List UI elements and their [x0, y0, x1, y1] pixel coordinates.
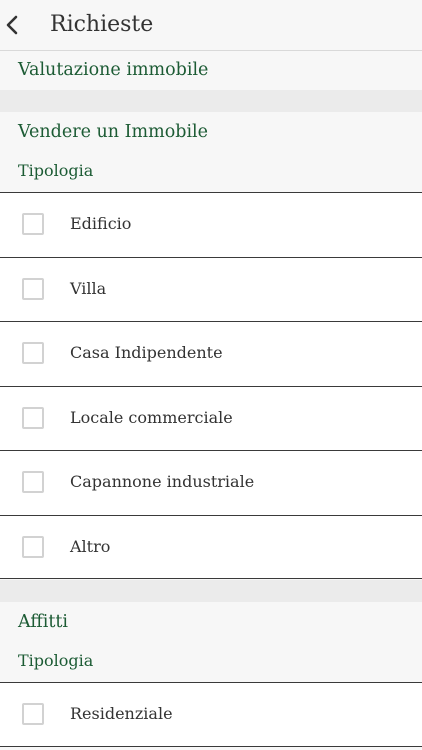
option-villa[interactable]: Villa — [0, 256, 422, 321]
section-divider — [0, 580, 422, 602]
affitti-tipologia-list: Residenziale — [0, 682, 422, 747]
checkbox[interactable] — [22, 342, 44, 364]
section-divider — [0, 90, 422, 112]
checkbox[interactable] — [22, 535, 44, 558]
vendere-immobile-heading: Vendere un Immobile — [18, 122, 208, 142]
vendere-tipologia-list: Edificio Villa Casa Indipendente Locale … — [0, 192, 422, 579]
checkbox[interactable] — [22, 406, 44, 429]
checkbox[interactable] — [22, 277, 44, 300]
option-casa-indipendente[interactable]: Casa Indipendente — [0, 321, 422, 386]
checkbox[interactable] — [22, 213, 44, 235]
vendere-tipologia-label: Tipologia — [18, 161, 94, 180]
option-label: Altro — [70, 536, 111, 556]
checkbox[interactable] — [22, 703, 44, 725]
checkbox[interactable] — [22, 471, 44, 493]
option-label: Casa Indipendente — [70, 343, 223, 362]
back-button[interactable] — [2, 6, 30, 44]
affitti-heading: Affitti — [18, 612, 69, 632]
affitti-tipologia-label: Tipologia — [18, 651, 94, 670]
valutazione-immobile-link[interactable]: Valutazione immobile — [18, 58, 208, 82]
option-altro[interactable]: Altro — [0, 514, 422, 579]
option-edificio[interactable]: Edificio — [0, 192, 422, 257]
chevron-left-icon — [6, 15, 18, 35]
option-capannone-industriale[interactable]: Capannone industriale — [0, 450, 422, 515]
option-label: Residenziale — [70, 704, 173, 723]
option-label: Locale commerciale — [70, 407, 233, 427]
option-label: Villa — [70, 278, 107, 298]
app-header: Richieste — [0, 0, 422, 51]
option-label: Capannone industriale — [70, 472, 255, 491]
page-title: Richieste — [50, 12, 154, 37]
option-locale-commerciale[interactable]: Locale commerciale — [0, 385, 422, 450]
option-residenziale[interactable]: Residenziale — [0, 682, 422, 747]
option-label: Edificio — [70, 214, 132, 233]
